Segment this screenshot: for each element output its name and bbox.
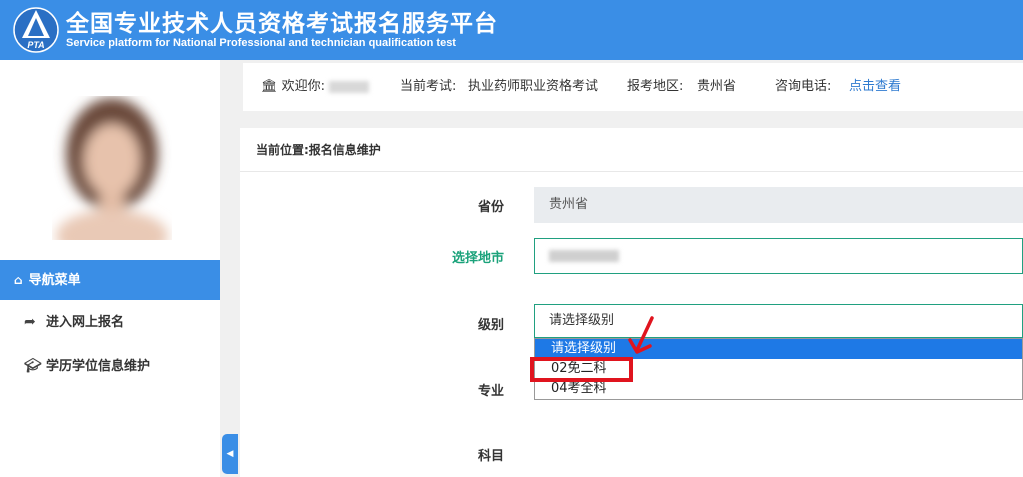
graduation-cap-icon: 🎓︎ [24,358,42,374]
welcome-label: 欢迎你: [281,79,326,94]
sidebar: ⌂ 导航菜单 ➦ 进入网上报名 🎓︎ 学历学位信息维护 [0,60,220,477]
highlight-annotation-box [530,357,633,382]
nav-menu-label: 导航菜单 [28,273,81,288]
site-subtitle: Service platform for National Profession… [66,37,456,49]
nav-menu-header[interactable]: ⌂ 导航菜单 [0,260,220,300]
breadcrumb: 当前位置:报名信息维护 [240,128,1023,172]
red-arrow-annotation-icon [628,316,654,354]
level-option-placeholder[interactable]: 请选择级别 [535,339,1022,359]
home-icon: ⌂ [14,273,23,287]
sidebar-item-education-info[interactable]: 🎓︎ 学历学位信息维护 [0,344,220,388]
user-name-redacted [329,80,370,93]
current-exam-label: 当前考试: [400,79,457,94]
sidebar-item-label: 学历学位信息维护 [46,359,151,374]
region-value: 贵州省 [697,79,737,94]
level-select[interactable]: 请选择级别 [534,304,1023,338]
subject-label: 科目 [477,449,504,464]
level-label: 级别 [477,318,504,333]
site-title: 全国专业技术人员资格考试报名服务平台 [66,11,498,37]
region-label: 报考地区: [627,79,684,94]
phone-label: 咨询电话: [775,79,832,94]
welcome-group: 🏛︎ 欢迎你: [261,63,370,111]
city-select[interactable] [534,238,1023,274]
sidebar-collapse-toggle[interactable]: ◀ [222,434,238,474]
share-arrow-icon: ➦ [24,314,36,330]
current-exam-value: 执业药师职业资格考试 [468,79,599,94]
major-label: 专业 [477,384,504,399]
user-avatar [52,96,172,240]
bank-icon: 🏛︎ [261,79,278,94]
user-info-bar: 🏛︎ 欢迎你: 当前考试: 执业药师职业资格考试 报考地区: 贵州省 咨询电话:… [243,63,1023,111]
level-option-04[interactable]: 04考全科 [535,379,1022,399]
phone-link[interactable]: 点击查看 [849,63,901,111]
sidebar-item-label: 进入网上报名 [46,315,125,330]
city-value-redacted [549,249,619,262]
pta-logo: PTA [13,7,59,53]
top-banner: PTA 全国专业技术人员资格考试报名服务平台 Service platform … [0,0,1023,60]
main-panel: 当前位置:报名信息维护 [240,128,1023,477]
province-label: 省份 [477,200,504,215]
city-label: 选择地市 [451,251,504,266]
sidebar-item-online-register[interactable]: ➦ 进入网上报名 [0,300,220,344]
province-field: 贵州省 [534,187,1023,223]
svg-text:PTA: PTA [27,40,44,50]
